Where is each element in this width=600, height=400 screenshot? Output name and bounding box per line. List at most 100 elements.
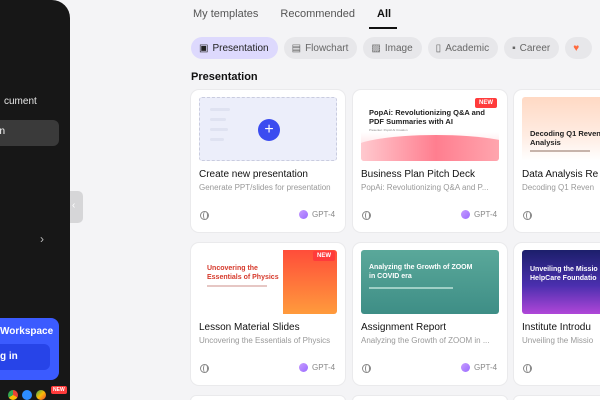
globe-icon [362,364,371,373]
heart-icon: ♥ [573,42,580,54]
category-filters: ▣ Presentation ▤ Flowchart ▨ Image ▯ Aca… [191,37,593,59]
thumbnail-subtitle-line [369,287,453,289]
filter-flowchart[interactable]: ▤ Flowchart [283,37,358,59]
thumbnail-subtitle-line [207,285,267,287]
app-root: cument on › Workspace g in NEW ‹ My temp… [0,0,600,400]
model-label: GPT-4 [474,210,498,219]
template-card-partial[interactable] [514,396,600,400]
card-thumbnail: + [199,97,337,161]
template-card-partial[interactable] [353,396,507,400]
gpt-icon [299,363,308,372]
card-title: Data Analysis Re [522,169,599,180]
template-card-data-analysis[interactable]: Decoding Q1 Reven Analysis Data Analysis… [514,90,600,232]
plus-icon[interactable]: + [258,119,280,141]
template-card-lesson-material[interactable]: Uncovering the Essentials of Physics NEW… [191,243,345,385]
google-play-icon[interactable] [36,390,46,400]
template-tabs: My templates Recommended All [193,8,419,29]
filter-label: Flowchart [305,42,349,54]
template-card-assignment-report[interactable]: Analyzing the Growth of ZOOM in COVID er… [353,243,507,385]
flowchart-icon: ▤ [291,42,302,54]
thumbnail-subtitle: Presenter: PopAI AI Creation [369,128,408,132]
sidebar-item-label: cument [4,96,37,107]
template-card-partial[interactable] [191,396,345,400]
new-badge: NEW [313,251,335,261]
filter-label: Image [384,42,413,54]
filter-label: Presentation [212,42,269,54]
filter-academic[interactable]: ▯ Academic [427,37,499,59]
card-desc: Decoding Q1 Reven [522,183,595,192]
placeholder-line [210,138,224,141]
model-label: GPT-4 [474,363,498,372]
sidebar-collapse-handle[interactable]: ‹ [70,191,83,223]
thumbnail-title: Uncovering the Essentials of Physics [207,265,279,281]
filter-more[interactable]: ♥ [565,37,593,59]
filter-label: Academic [445,42,490,54]
workspace-title: Workspace [0,326,54,337]
sidebar-item-label: on [0,126,6,137]
globe-icon [523,211,532,220]
card-desc: Generate PPT/slides for presentation [199,183,331,192]
template-card-create[interactable]: + Create new presentation Generate PPT/s… [191,90,345,232]
tab-all[interactable]: All [369,8,398,29]
globe-icon [200,364,209,373]
model-badge: GPT-4 [299,363,335,372]
image-icon: ▨ [371,42,381,54]
globe-icon [200,211,209,220]
new-badge: NEW [475,98,497,108]
briefcase-icon: ▪ [512,42,516,54]
placeholder-line [210,128,228,131]
model-label: GPT-4 [312,210,336,219]
sidebar: cument on › Workspace g in NEW [0,0,70,400]
app-store-icon[interactable] [22,390,32,400]
card-desc: Unveiling the Missio [522,336,594,345]
card-thumbnail: PopAi: Revolutionizing Q&A and PDF Summa… [361,97,499,161]
login-label: g in [0,351,18,362]
card-desc: Analyzing the Growth of ZOOM in ... [361,336,490,345]
card-thumbnail: Decoding Q1 Reven Analysis [522,97,600,161]
login-button[interactable]: g in [0,344,50,370]
card-title: Business Plan Pitch Deck [361,169,475,180]
template-card-institute-intro[interactable]: Unveiling the Missio HelpCare Foundatio … [514,243,600,385]
card-title: Lesson Material Slides [199,322,300,333]
gpt-icon [461,210,470,219]
workspace-promo: Workspace g in [0,318,59,380]
new-badge: NEW [51,386,67,394]
chevron-right-icon[interactable]: › [40,232,44,246]
presentation-icon: ▣ [199,42,209,54]
filter-image[interactable]: ▨ Image [363,37,422,59]
model-badge: GPT-4 [461,363,497,372]
model-badge: GPT-4 [461,210,497,219]
filter-career[interactable]: ▪ Career [504,37,560,59]
model-badge: GPT-4 [299,210,335,219]
card-thumbnail: Uncovering the Essentials of Physics NEW [199,250,337,314]
filter-label: Career [519,42,551,54]
chrome-icon[interactable] [8,390,18,400]
tab-recommended[interactable]: Recommended [280,8,355,29]
card-thumbnail: Analyzing the Growth of ZOOM in COVID er… [361,250,499,314]
thumbnail-wave [361,135,499,161]
globe-icon [362,211,371,220]
thumbnail-title: Analyzing the Growth of ZOOM in COVID er… [369,264,473,280]
card-thumbnail: Unveiling the Missio HelpCare Foundatio [522,250,600,314]
thumbnail-title: Decoding Q1 Reven Analysis [530,129,600,148]
placeholder-line [210,108,230,111]
tab-my-templates[interactable]: My templates [193,8,258,29]
card-desc: PopAi: Revolutionizing Q&A and P... [361,183,489,192]
globe-icon [523,364,532,373]
card-title: Create new presentation [199,169,308,180]
section-title: Presentation [191,71,258,83]
book-icon: ▯ [435,42,442,54]
filter-presentation[interactable]: ▣ Presentation [191,37,278,59]
thumbnail-subtitle-line [530,150,590,152]
card-title: Assignment Report [361,322,447,333]
chevron-left-icon: ‹ [72,200,76,211]
template-card-business-plan[interactable]: PopAi: Revolutionizing Q&A and PDF Summa… [353,90,507,232]
gpt-icon [299,210,308,219]
thumbnail-title: Unveiling the Missio HelpCare Foundatio [530,266,598,282]
card-desc: Uncovering the Essentials of Physics [199,336,331,345]
placeholder-line [210,118,226,121]
thumbnail-title: PopAi: Revolutionizing Q&A and PDF Summa… [369,108,485,127]
app-icons [8,390,46,400]
sidebar-item-presentation[interactable]: on [0,120,59,146]
gpt-icon [461,363,470,372]
